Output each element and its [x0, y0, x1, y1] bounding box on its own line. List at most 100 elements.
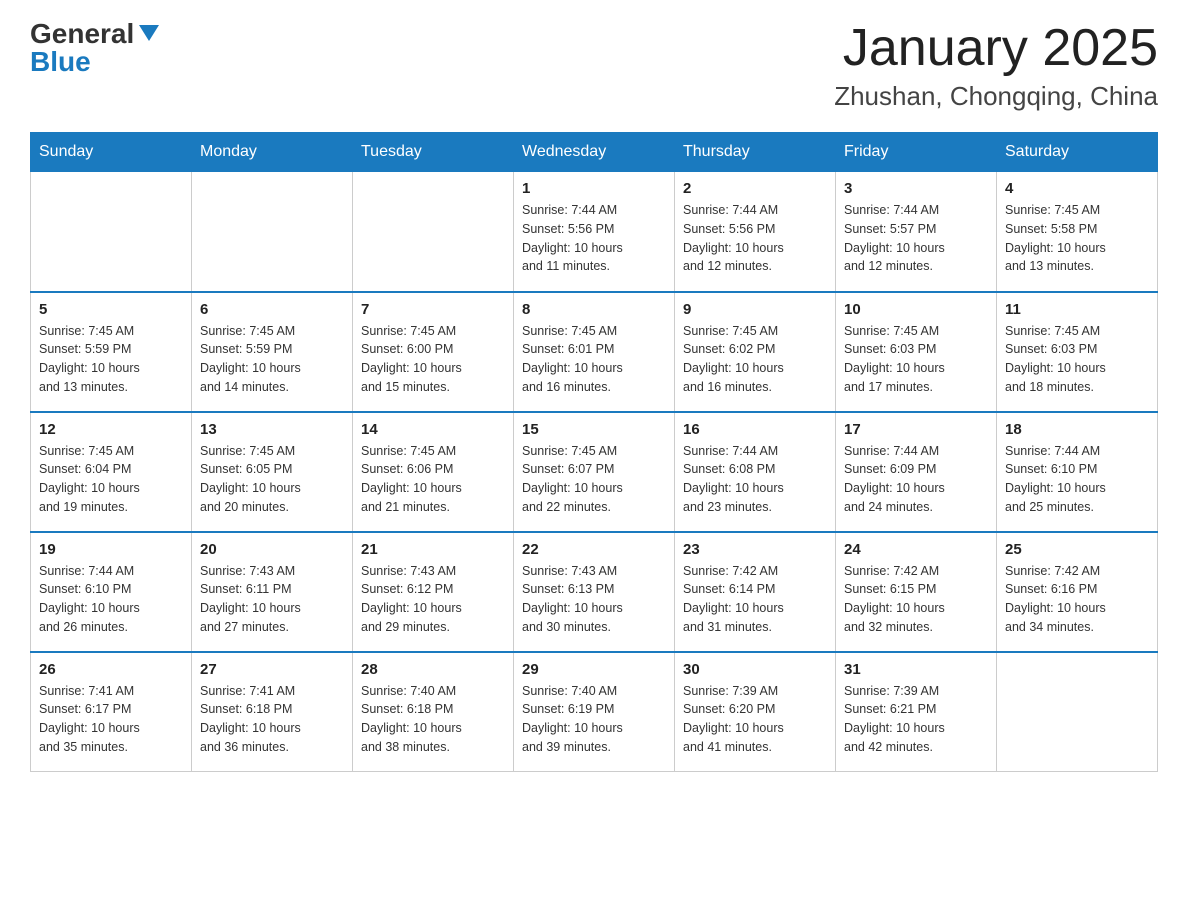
calendar-day-cell: 26Sunrise: 7:41 AM Sunset: 6:17 PM Dayli… — [31, 652, 192, 772]
calendar-day-cell: 6 Sunrise: 7:45 AM Sunset: 5:59 PM Daylig… — [192, 292, 353, 412]
calendar-day-cell: 24 Sunrise: 7:42 AM Sunset: 6:15 PM Dayli… — [836, 532, 997, 652]
day-info: Sunrise: 7:40 AM Sunset: 6:19 PM Dayligh… — [522, 682, 666, 757]
calendar-day-cell: 20 Sunrise: 7:43 AM Sunset: 6:11 PM Dayli… — [192, 532, 353, 652]
day-info: Sunrise: 7:45 AM Sunset: 6:07 PM Dayligh… — [522, 442, 666, 517]
day-number: 9 — [683, 301, 827, 318]
day-number: 31 — [844, 661, 988, 678]
day-info: Sunrise: 7:45 AM Sunset: 6:05 PM Dayligh… — [200, 442, 344, 517]
calendar-day-cell: 30 Sunrise: 7:39 AM Sunset: 6:20 PM Dayli… — [675, 652, 836, 772]
calendar-day-cell: 18 Sunrise: 7:44 AM Sunset: 6:10 PM Dayli… — [997, 412, 1158, 532]
day-info: Sunrise: 7:45 AM Sunset: 6:04 PM Dayligh… — [39, 442, 183, 517]
calendar-day-cell: 14Sunrise: 7:45 AM Sunset: 6:06 PM Dayli… — [353, 412, 514, 532]
calendar-header-thursday: Thursday — [675, 133, 836, 172]
day-info: Sunrise: 7:44 AM Sunset: 5:56 PM Dayligh… — [683, 201, 827, 276]
day-info: Sunrise: 7:42 AM Sunset: 6:15 PM Dayligh… — [844, 562, 988, 637]
calendar-day-cell — [31, 172, 192, 292]
calendar-day-cell: 4 Sunrise: 7:45 AM Sunset: 5:58 PM Daylig… — [997, 172, 1158, 292]
page-header: General Blue January 2025 Zhushan, Chong… — [30, 20, 1158, 112]
day-number: 10 — [844, 301, 988, 318]
day-number: 22 — [522, 541, 666, 558]
day-info: Sunrise: 7:44 AM Sunset: 6:10 PM Dayligh… — [1005, 442, 1149, 517]
day-info: Sunrise: 7:44 AM Sunset: 5:56 PM Dayligh… — [522, 201, 666, 276]
day-info: Sunrise: 7:39 AM Sunset: 6:21 PM Dayligh… — [844, 682, 988, 757]
day-info: Sunrise: 7:45 AM Sunset: 6:00 PM Dayligh… — [361, 322, 505, 397]
calendar-header-monday: Monday — [192, 133, 353, 172]
calendar-header-sunday: Sunday — [31, 133, 192, 172]
location-subtitle: Zhushan, Chongqing, China — [834, 81, 1158, 112]
day-number: 20 — [200, 541, 344, 558]
day-info: Sunrise: 7:45 AM Sunset: 6:03 PM Dayligh… — [1005, 322, 1149, 397]
calendar-day-cell: 19 Sunrise: 7:44 AM Sunset: 6:10 PM Dayli… — [31, 532, 192, 652]
day-info: Sunrise: 7:43 AM Sunset: 6:13 PM Dayligh… — [522, 562, 666, 637]
month-year-title: January 2025 — [834, 20, 1158, 77]
calendar-day-cell: 31 Sunrise: 7:39 AM Sunset: 6:21 PM Dayli… — [836, 652, 997, 772]
day-number: 6 — [200, 301, 344, 318]
day-info: Sunrise: 7:41 AM Sunset: 6:18 PM Dayligh… — [200, 682, 344, 757]
calendar-day-cell: 25 Sunrise: 7:42 AM Sunset: 6:16 PM Dayli… — [997, 532, 1158, 652]
calendar-day-cell — [997, 652, 1158, 772]
title-block: January 2025 Zhushan, Chongqing, China — [834, 20, 1158, 112]
day-number: 28 — [361, 661, 505, 678]
day-info: Sunrise: 7:40 AM Sunset: 6:18 PM Dayligh… — [361, 682, 505, 757]
day-number: 21 — [361, 541, 505, 558]
day-number: 2 — [683, 180, 827, 197]
day-number: 1 — [522, 180, 666, 197]
day-number: 17 — [844, 421, 988, 438]
day-number: 3 — [844, 180, 988, 197]
calendar-week-row: 26Sunrise: 7:41 AM Sunset: 6:17 PM Dayli… — [31, 652, 1158, 772]
day-info: Sunrise: 7:45 AM Sunset: 6:02 PM Dayligh… — [683, 322, 827, 397]
day-info: Sunrise: 7:45 AM Sunset: 5:59 PM Dayligh… — [39, 322, 183, 397]
calendar-day-cell: 17 Sunrise: 7:44 AM Sunset: 6:09 PM Dayli… — [836, 412, 997, 532]
day-number: 30 — [683, 661, 827, 678]
calendar-day-cell: 11 Sunrise: 7:45 AM Sunset: 6:03 PM Dayli… — [997, 292, 1158, 412]
calendar-header-saturday: Saturday — [997, 133, 1158, 172]
logo: General Blue — [30, 20, 159, 76]
day-info: Sunrise: 7:44 AM Sunset: 5:57 PM Dayligh… — [844, 201, 988, 276]
calendar-day-cell: 15 Sunrise: 7:45 AM Sunset: 6:07 PM Dayli… — [514, 412, 675, 532]
calendar-header-friday: Friday — [836, 133, 997, 172]
logo-blue-text: Blue — [30, 48, 91, 76]
day-info: Sunrise: 7:44 AM Sunset: 6:10 PM Dayligh… — [39, 562, 183, 637]
day-number: 27 — [200, 661, 344, 678]
day-number: 4 — [1005, 180, 1149, 197]
day-info: Sunrise: 7:39 AM Sunset: 6:20 PM Dayligh… — [683, 682, 827, 757]
logo-triangle-icon — [139, 25, 159, 41]
calendar-day-cell: 28 Sunrise: 7:40 AM Sunset: 6:18 PM Dayli… — [353, 652, 514, 772]
day-number: 19 — [39, 541, 183, 558]
day-info: Sunrise: 7:44 AM Sunset: 6:08 PM Dayligh… — [683, 442, 827, 517]
calendar-day-cell: 2 Sunrise: 7:44 AM Sunset: 5:56 PM Daylig… — [675, 172, 836, 292]
calendar-week-row: 12 Sunrise: 7:45 AM Sunset: 6:04 PM Dayli… — [31, 412, 1158, 532]
day-info: Sunrise: 7:45 AM Sunset: 5:59 PM Dayligh… — [200, 322, 344, 397]
calendar-day-cell: 22 Sunrise: 7:43 AM Sunset: 6:13 PM Dayli… — [514, 532, 675, 652]
day-number: 14 — [361, 421, 505, 438]
day-info: Sunrise: 7:42 AM Sunset: 6:16 PM Dayligh… — [1005, 562, 1149, 637]
calendar-day-cell: 29Sunrise: 7:40 AM Sunset: 6:19 PM Dayli… — [514, 652, 675, 772]
calendar-header-wednesday: Wednesday — [514, 133, 675, 172]
calendar-day-cell — [353, 172, 514, 292]
day-number: 11 — [1005, 301, 1149, 318]
day-number: 7 — [361, 301, 505, 318]
calendar-day-cell: 5 Sunrise: 7:45 AM Sunset: 5:59 PM Daylig… — [31, 292, 192, 412]
day-number: 25 — [1005, 541, 1149, 558]
day-info: Sunrise: 7:45 AM Sunset: 5:58 PM Dayligh… — [1005, 201, 1149, 276]
day-number: 18 — [1005, 421, 1149, 438]
day-info: Sunrise: 7:43 AM Sunset: 6:11 PM Dayligh… — [200, 562, 344, 637]
day-info: Sunrise: 7:44 AM Sunset: 6:09 PM Dayligh… — [844, 442, 988, 517]
day-number: 15 — [522, 421, 666, 438]
calendar-day-cell: 1 Sunrise: 7:44 AM Sunset: 5:56 PM Daylig… — [514, 172, 675, 292]
calendar-day-cell: 23Sunrise: 7:42 AM Sunset: 6:14 PM Dayli… — [675, 532, 836, 652]
calendar-day-cell: 16Sunrise: 7:44 AM Sunset: 6:08 PM Dayli… — [675, 412, 836, 532]
calendar-week-row: 1 Sunrise: 7:44 AM Sunset: 5:56 PM Daylig… — [31, 172, 1158, 292]
day-number: 8 — [522, 301, 666, 318]
day-number: 12 — [39, 421, 183, 438]
calendar-header-row: SundayMondayTuesdayWednesdayThursdayFrid… — [31, 133, 1158, 172]
day-info: Sunrise: 7:41 AM Sunset: 6:17 PM Dayligh… — [39, 682, 183, 757]
calendar-day-cell: 10 Sunrise: 7:45 AM Sunset: 6:03 PM Dayli… — [836, 292, 997, 412]
day-number: 5 — [39, 301, 183, 318]
calendar-header-tuesday: Tuesday — [353, 133, 514, 172]
calendar-day-cell: 3 Sunrise: 7:44 AM Sunset: 5:57 PM Daylig… — [836, 172, 997, 292]
day-number: 23 — [683, 541, 827, 558]
day-number: 24 — [844, 541, 988, 558]
calendar-day-cell — [192, 172, 353, 292]
day-info: Sunrise: 7:45 AM Sunset: 6:03 PM Dayligh… — [844, 322, 988, 397]
